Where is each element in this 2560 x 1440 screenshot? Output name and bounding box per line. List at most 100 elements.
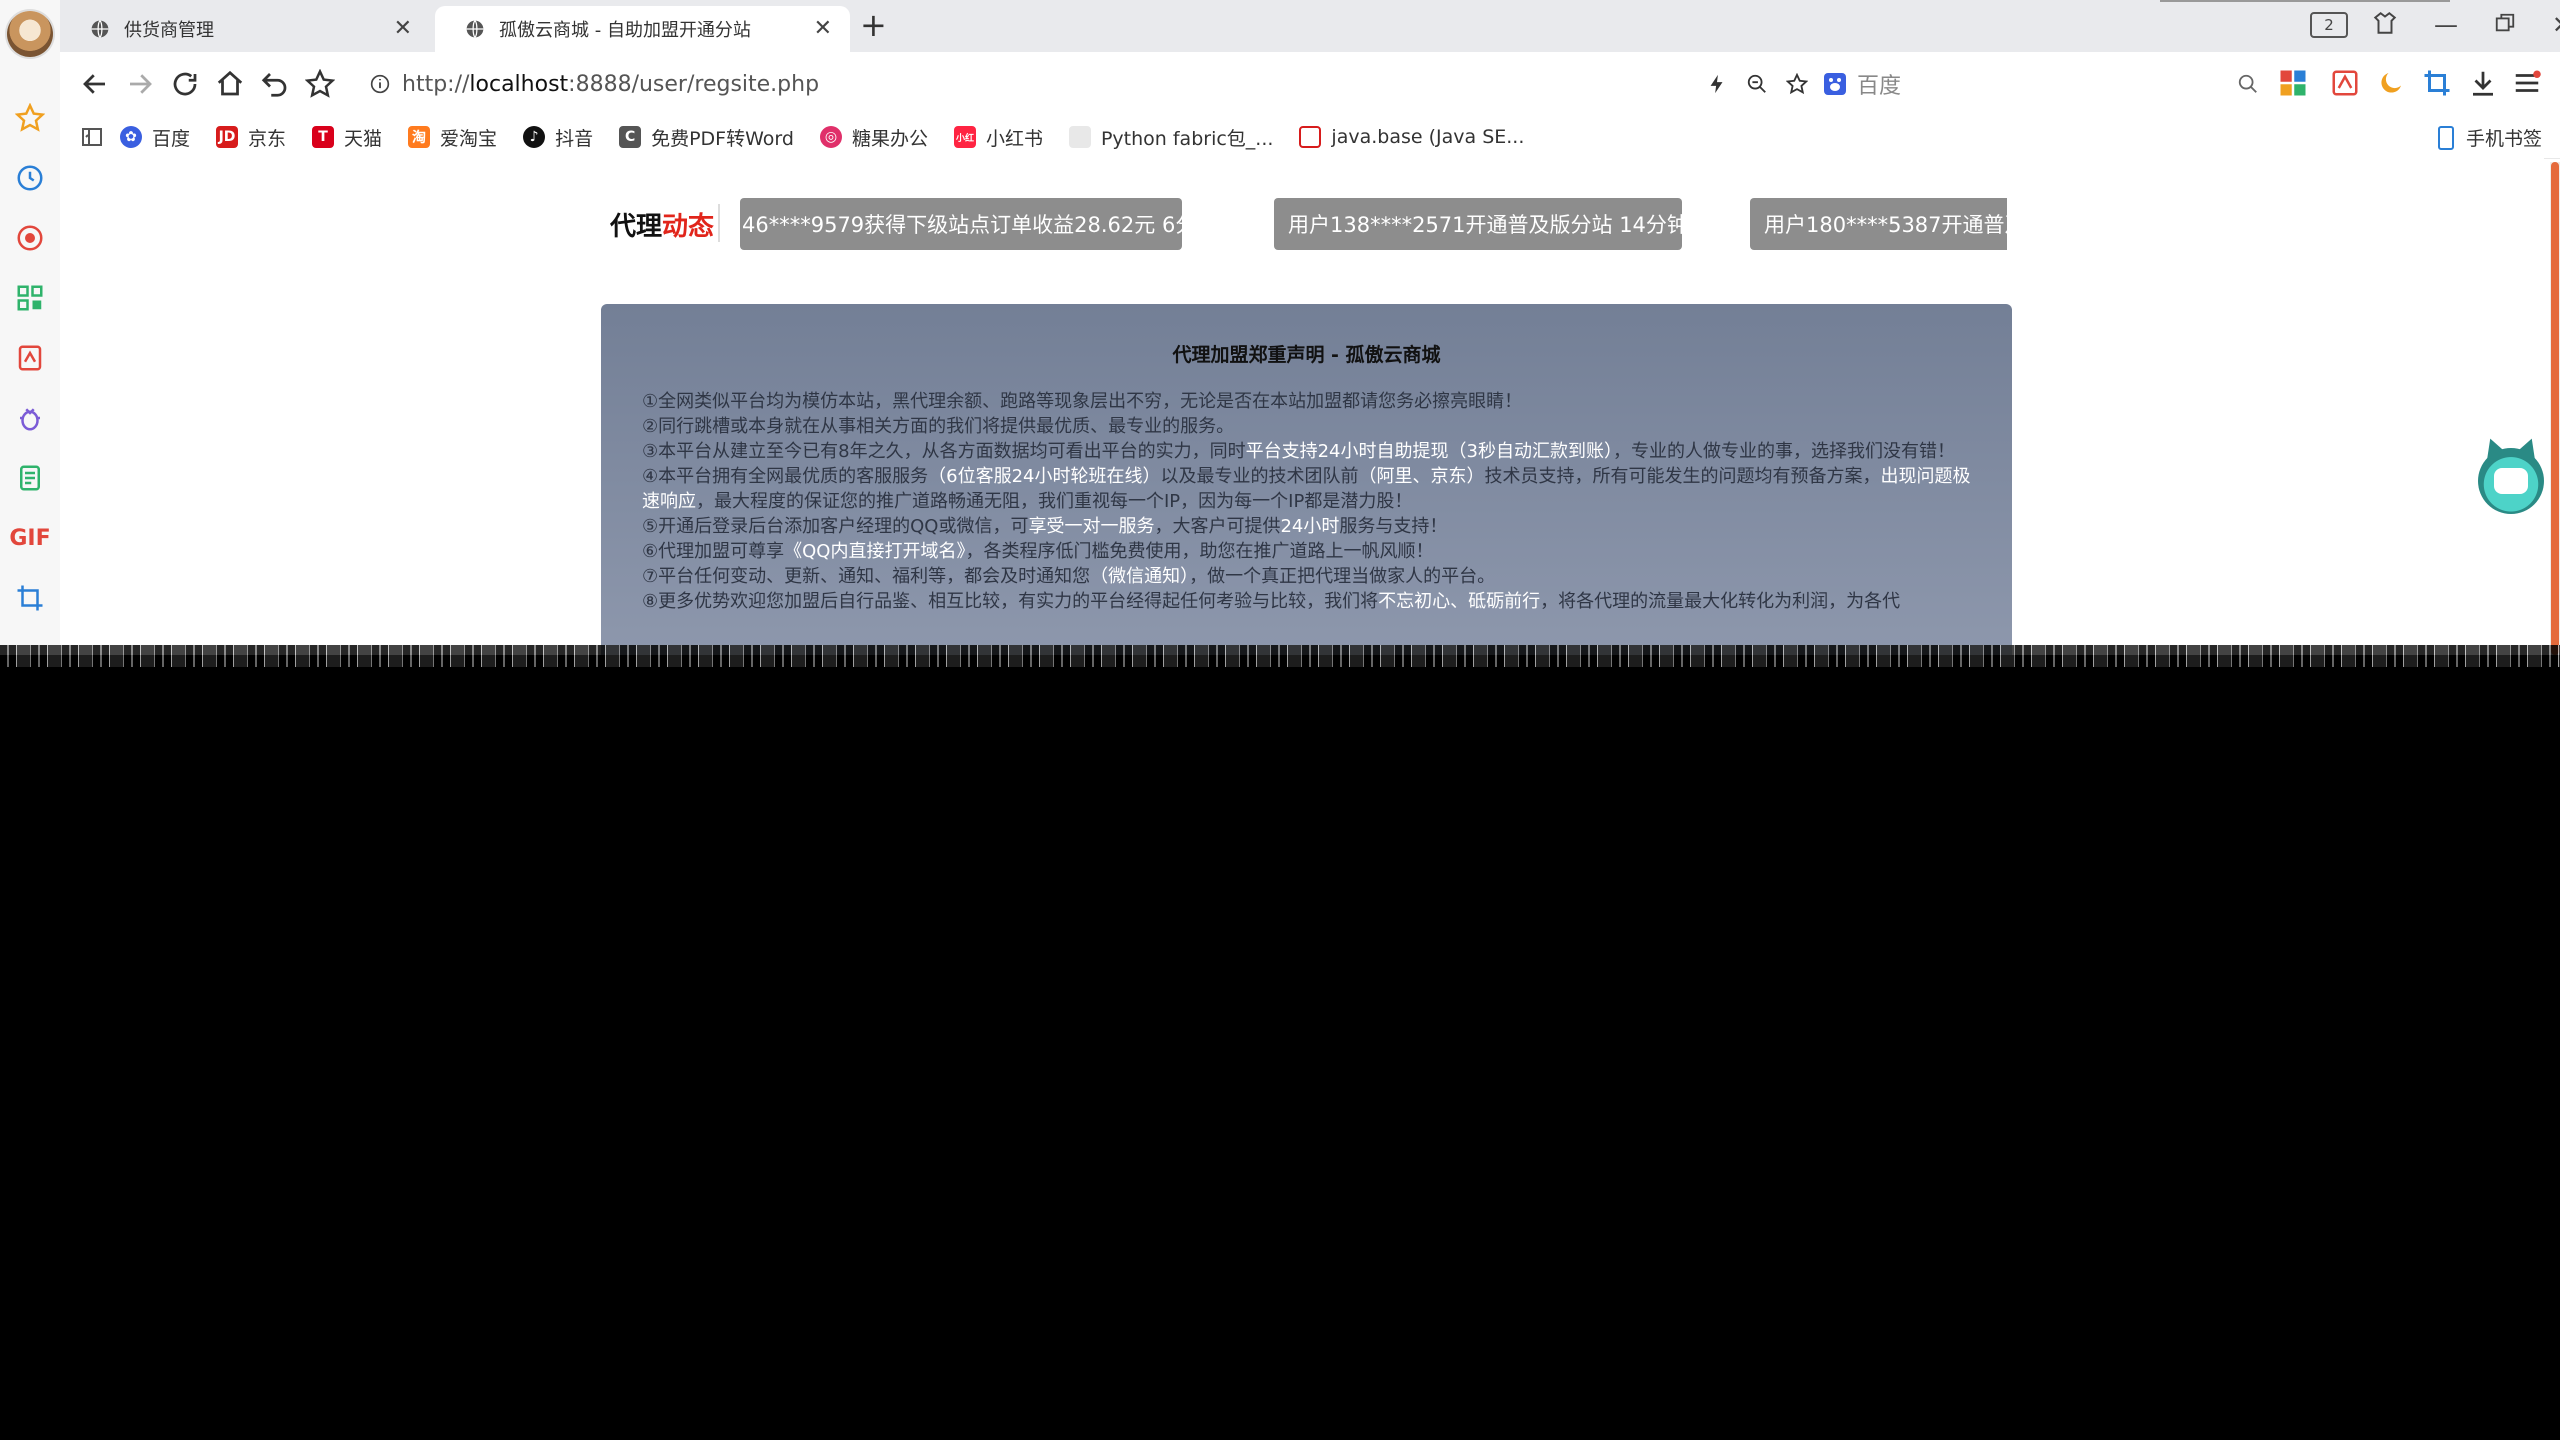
highlight: 享受一对一服务 — [1028, 516, 1155, 537]
new-tab-button[interactable]: + — [860, 8, 887, 42]
zoom-icon[interactable] — [1746, 73, 1768, 95]
bookmark-item[interactable]: JD 京东 — [216, 124, 286, 151]
bookmark-item[interactable]: Python fabric包_... — [1068, 124, 1274, 151]
baidu-paw-icon — [1824, 73, 1846, 95]
bookmark-item[interactable]: ♪ 抖音 — [523, 124, 593, 151]
page-content: 代理动态 46****9579获得下级站点订单收益28.62元 6分钟前 用户1… — [60, 158, 2544, 655]
close-icon[interactable]: ✕ — [814, 18, 832, 40]
minimize-button[interactable]: — — [2434, 11, 2458, 39]
user-avatar[interactable] — [7, 11, 53, 57]
page-icon — [1068, 126, 1091, 148]
download-icon[interactable] — [2468, 68, 2498, 98]
tab-supplier[interactable]: 供货商管理 ✕ — [60, 6, 430, 52]
grid-icon[interactable] — [12, 280, 48, 316]
restore-button[interactable] — [2494, 12, 2516, 38]
tmall-icon: T — [312, 126, 335, 148]
ticker-text: 用户180****5387开通普及版分站 — [1764, 213, 2007, 237]
star-icon[interactable] — [12, 100, 48, 136]
menu-icon[interactable] — [2512, 68, 2542, 98]
close-window-button[interactable]: ✕ — [2552, 11, 2560, 39]
back-icon[interactable] — [80, 69, 110, 99]
tab-regsite[interactable]: 孤傲云商城 - 自助加盟开通分站 ✕ — [435, 6, 850, 52]
url-path: :8888/user/regsite.php — [568, 71, 820, 97]
text: ，做一个真正把代理当做家人的平台。 — [1189, 566, 1496, 587]
ticker-item: 用户138****2571开通普及版分站 14分钟前 — [1274, 198, 1709, 250]
bookmark-item[interactable]: T 天猫 — [312, 124, 382, 151]
text: ，专业的人做专业的事，选择我们没有错！ — [1612, 441, 1955, 462]
bookmark-item[interactable]: C 免费PDF转Word — [619, 124, 794, 151]
search-icon[interactable] — [2237, 73, 2259, 95]
divider — [718, 204, 720, 242]
notice-body: ①全网类似平台均为模仿本站，黑代理余额、跑路等现象层出不穷，无论是否在本站加盟都… — [642, 389, 1972, 614]
night-mode-icon[interactable] — [2376, 68, 2406, 98]
bookmark-label: 京东 — [248, 127, 287, 150]
pdf-tool-icon[interactable] — [2330, 68, 2360, 98]
undo-icon[interactable] — [260, 69, 290, 99]
mobile-bookmarks-label: 手机书签 — [2465, 128, 2542, 150]
bookmark-label: 抖音 — [555, 127, 594, 150]
customer-service-mascot-icon[interactable] — [2478, 448, 2544, 514]
home-icon[interactable] — [215, 69, 245, 99]
douyin-icon: ♪ — [523, 126, 546, 148]
text: ③本平台从建立至今已有8年之久，从各方面数据均可看出平台的实力，同时 — [642, 441, 1246, 462]
bookmark-label: 爱淘宝 — [440, 127, 498, 150]
note-icon[interactable] — [12, 460, 48, 496]
highlight: 不忘初心、砥砺前行 — [1378, 591, 1541, 612]
pdf-icon[interactable] — [12, 340, 48, 376]
bookmark-star-icon[interactable] — [304, 68, 336, 99]
java-icon — [1299, 126, 1322, 148]
text: ⑤开通后登录后台添加客户经理的QQ或微信，可 — [642, 516, 1029, 537]
text: ④本平台拥有全网最优质的客服服务 — [642, 466, 929, 487]
bookmark-item[interactable]: java.base (Java SE... — [1299, 126, 1524, 148]
bookmark-item[interactable]: 淘爱淘宝 — [408, 124, 497, 151]
forward-icon[interactable] — [125, 69, 155, 99]
scrollbar[interactable] — [2550, 162, 2560, 655]
gif-icon[interactable]: GIF — [9, 520, 50, 556]
ticker-item: 46****9579获得下级站点订单收益28.62元 6分钟前 — [740, 198, 1238, 250]
apps-icon[interactable] — [2278, 68, 2308, 98]
progress-line — [2160, 0, 2450, 2]
bookmark-item[interactable]: ◎ 糖果办公 — [819, 124, 928, 151]
notice-line: ⑧更多优势欢迎您加盟后自行品鉴、相互比较，有实力的平台经得起任何考验与比较，我们… — [642, 589, 1972, 614]
mascot-face — [2494, 468, 2528, 494]
browser-window: GIF 供货商管理 ✕ 孤傲云商城 - 自助加盟开通分站 ✕ + 2 — htt… — [0, 0, 2560, 655]
tab-title: 孤傲云商城 - 自助加盟开通分站 — [499, 20, 751, 41]
navigation-bar: http://localhost:8888/user/regsite.php 百… — [60, 52, 2560, 116]
highlight: 《QQ内直接打开域名》 — [784, 541, 966, 562]
target-icon[interactable] — [12, 220, 48, 256]
window-controls: 2 — ✕ — [2310, 10, 2560, 40]
text: 服务与支持！ — [1339, 516, 1448, 537]
close-icon[interactable]: ✕ — [394, 18, 412, 40]
bookmark-label: java.base (Java SE... — [1331, 126, 1525, 148]
mobile-bookmarks[interactable]: 手机书签 — [2436, 124, 2542, 151]
tab-count-button[interactable]: 2 — [2310, 12, 2348, 38]
favorite-icon[interactable] — [1786, 73, 1808, 95]
notice-line: ①全网类似平台均为模仿本站，黑代理余额、跑路等现象层出不穷，无论是否在本站加盟都… — [642, 391, 1523, 412]
bookmark-label: Python fabric包_... — [1100, 127, 1274, 150]
bookmark-item[interactable]: 小红 小红书 — [953, 124, 1043, 151]
crop-tool-icon[interactable] — [2422, 68, 2452, 98]
bookmark-label: 天猫 — [344, 127, 383, 150]
search-input[interactable]: 百度 — [1817, 61, 2269, 107]
info-icon[interactable] — [370, 74, 390, 94]
crop-icon[interactable] — [12, 580, 48, 616]
clock-icon[interactable] — [12, 160, 48, 196]
url-protocol: http:// — [402, 71, 470, 97]
phone-icon — [2437, 125, 2454, 150]
notice-line: ②同行跳槽或本身就在从事相关方面的我们将提供最优质、最专业的服务。 — [642, 416, 1235, 437]
lightning-icon[interactable] — [1706, 73, 1728, 95]
globe-icon — [91, 20, 109, 38]
ticker-item: 用户180****5387开通普及版分站 — [1750, 198, 2007, 250]
bookmark-item[interactable]: ✿ 百度 — [120, 124, 190, 151]
tab-count: 2 — [2324, 16, 2334, 34]
notice-line: ③本平台从建立至今已有8年之久，从各方面数据均可看出平台的实力，同时平台支持24… — [642, 439, 1972, 464]
bug-icon[interactable] — [12, 400, 48, 436]
scrollbar-thumb[interactable] — [2551, 162, 2559, 655]
bookmark-label: 百度 — [152, 127, 191, 150]
skin-icon[interactable] — [2372, 10, 2398, 40]
sidebar-toggle-icon[interactable] — [80, 125, 104, 149]
url-bar[interactable]: http://localhost:8888/user/regsite.php — [360, 61, 1858, 107]
tab-title: 供货商管理 — [124, 20, 214, 41]
notice-line: ⑦平台任何变动、更新、通知、福利等，都会及时通知您（微信通知），做一个真正把代理… — [642, 564, 1972, 589]
reload-icon[interactable] — [170, 69, 200, 99]
